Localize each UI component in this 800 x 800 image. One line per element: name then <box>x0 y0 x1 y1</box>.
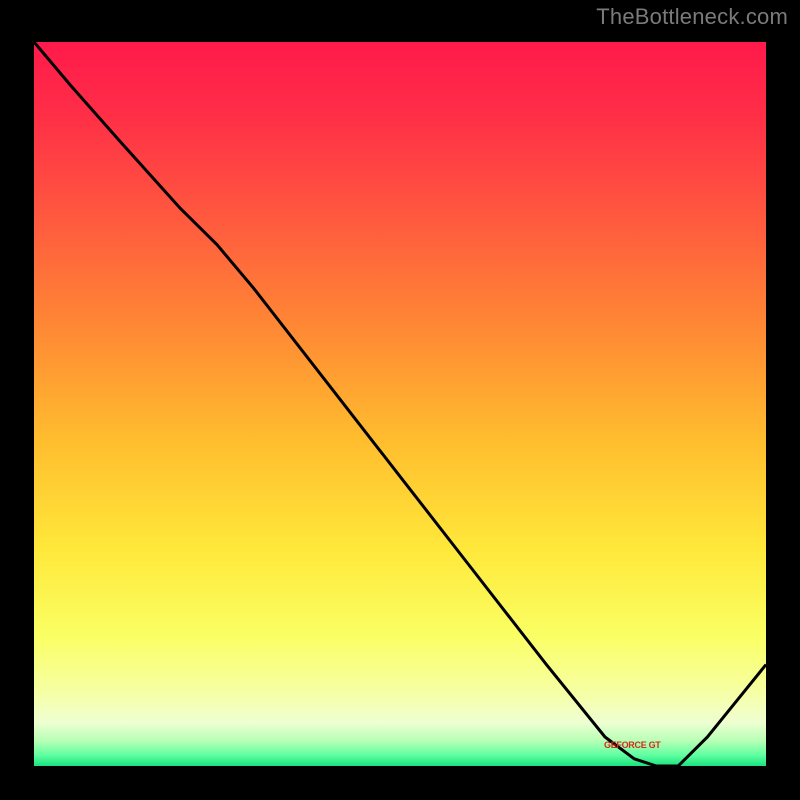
plot-heat-background <box>34 42 766 766</box>
chart-stage: TheBottleneck.com GEFORCE GT <box>0 0 800 800</box>
product-label: GEFORCE GT <box>604 740 661 750</box>
bottleneck-chart <box>0 0 800 800</box>
